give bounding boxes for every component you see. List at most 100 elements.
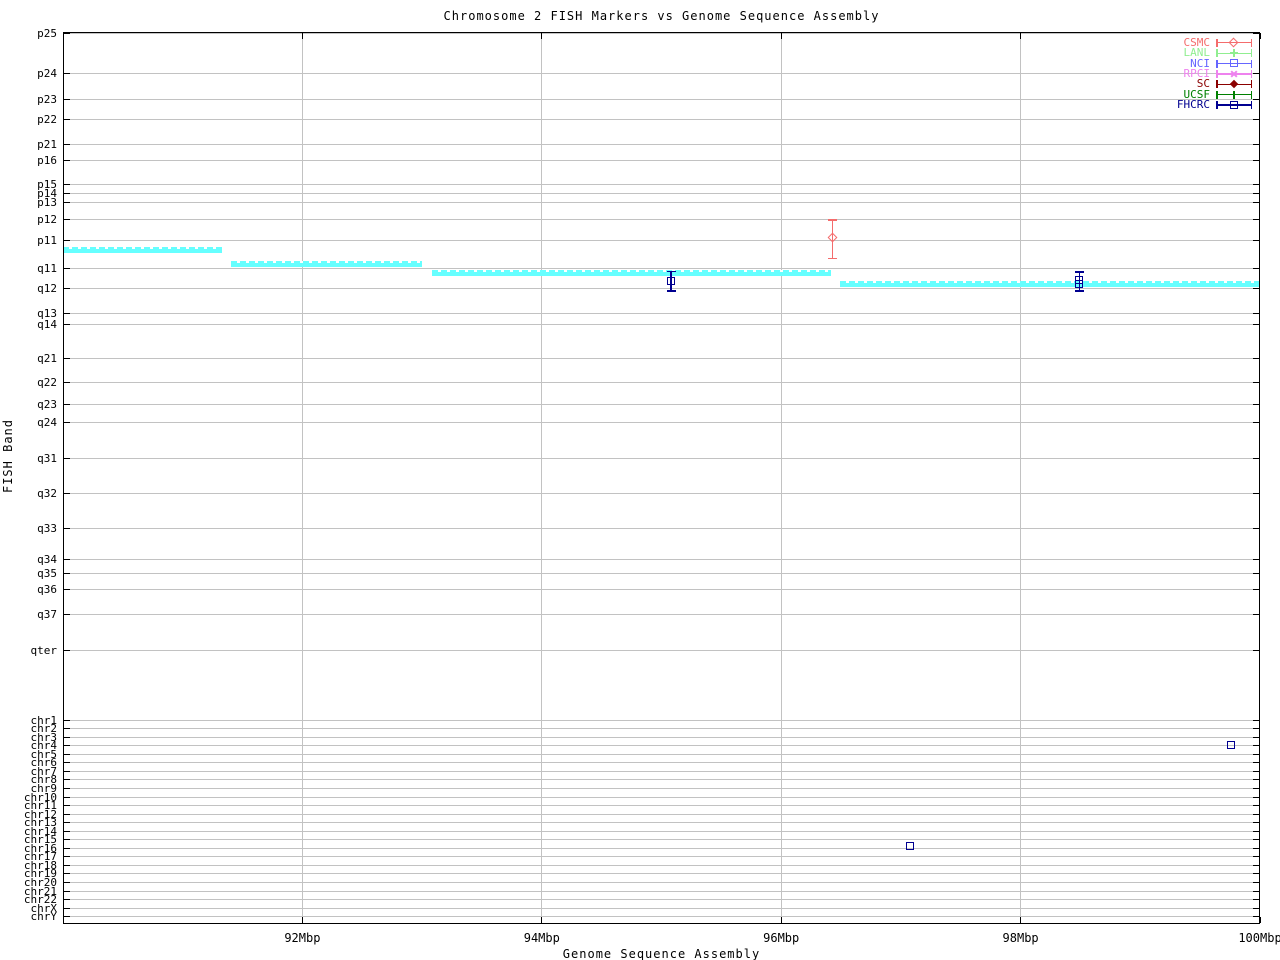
y-tick-left: [64, 98, 70, 100]
y-tick-label: q21: [37, 351, 57, 365]
y-tick-left: [64, 527, 70, 529]
x-tick-top: [541, 33, 543, 39]
y-gridline: [63, 218, 1260, 220]
y-tick-left: [64, 201, 70, 203]
y-tick-left: [64, 403, 70, 405]
y-tick-right: [1253, 312, 1259, 314]
y-gridline: [63, 745, 1260, 747]
y-tick-right: [1253, 201, 1259, 203]
y-tick-right: [1253, 770, 1259, 772]
y-tick-right: [1253, 613, 1259, 615]
y-tick-left: [64, 805, 70, 806]
y-tick-label: q22: [37, 375, 57, 389]
legend-sample: [1216, 59, 1252, 69]
y-gridline: [63, 728, 1260, 730]
y-tick-label: q14: [37, 317, 57, 331]
legend-row-sc: SC: [1100, 78, 1252, 89]
y-tick-right: [1253, 856, 1259, 858]
fhcrc-marker: [905, 842, 914, 850]
legend-row-ucsf: UCSF: [1100, 89, 1252, 100]
legend-sample-cap: [1250, 70, 1252, 78]
y-tick-right: [1253, 736, 1259, 738]
assembly-track-dash-notch: [839, 280, 1260, 283]
y-tick-right: [1253, 916, 1259, 918]
y-tick-right: [1253, 287, 1259, 289]
y-tick-left: [64, 32, 70, 34]
marker-plus: [1230, 90, 1238, 99]
y-tick-right: [1253, 527, 1259, 529]
legend-sample-cap: [1250, 101, 1252, 109]
y-tick-right: [1253, 267, 1259, 269]
x-tick-bottom: [541, 917, 543, 923]
fhcrc-marker: [1226, 741, 1235, 750]
assembly-track-segment: [431, 269, 832, 276]
y-tick-left: [64, 239, 70, 241]
plot-frame: [63, 32, 1260, 924]
y-tick-label: p11: [37, 233, 57, 247]
y-tick-right: [1253, 830, 1259, 832]
y-tick-left: [64, 287, 70, 289]
y-tick-left: [64, 588, 70, 590]
legend-sample-cap: [1216, 38, 1218, 47]
errorbar-cap-bottom: [828, 257, 838, 259]
legend-sample-cap: [1216, 90, 1218, 99]
y-tick-left: [64, 558, 70, 560]
legend-row-lanl: LANL: [1100, 47, 1252, 58]
y-gridline: [63, 143, 1260, 145]
fish-markers-chart: Chromosome 2 FISH Markers vs Genome Sequ…: [0, 0, 1280, 960]
legend-sample: [1216, 79, 1252, 89]
y-tick-right: [1253, 890, 1259, 892]
y-tick-label: q32: [37, 486, 57, 500]
y-gridline: [63, 239, 1260, 241]
y-gridline: [63, 323, 1260, 325]
y-tick-left: [64, 899, 70, 901]
y-tick-right: [1253, 457, 1259, 459]
legend-row-nci: NCI: [1100, 58, 1252, 69]
y-tick-left: [64, 796, 70, 798]
y-tick-left: [64, 728, 70, 730]
y-tick-left: [64, 873, 70, 875]
y-tick-left: [64, 856, 70, 858]
legend-sample: [1216, 48, 1252, 58]
y-gridline: [63, 457, 1260, 459]
y-gridline: [63, 719, 1260, 721]
y-tick-label: q37: [37, 607, 57, 621]
y-tick-right: [1253, 847, 1259, 849]
y-tick-right: [1253, 873, 1259, 875]
y-tick-label: p12: [37, 212, 57, 226]
y-tick-label: q33: [37, 521, 57, 535]
assembly-track-segment: [839, 280, 1260, 287]
y-gridline: [63, 492, 1260, 494]
x-axis-title: Genome Sequence Assembly: [562, 947, 761, 960]
y-tick-right: [1253, 118, 1259, 120]
x-tick-label: 92Mbp: [284, 931, 321, 945]
y-tick-label: p13: [37, 195, 57, 209]
y-tick-right: [1253, 403, 1259, 405]
y-tick-label: q12: [37, 281, 57, 295]
y-gridline: [63, 403, 1260, 405]
y-tick-label: q13: [37, 306, 57, 320]
y-tick-label: p22: [37, 112, 57, 126]
x-tick-top: [301, 33, 303, 39]
y-gridline: [63, 421, 1260, 423]
y-tick-left: [64, 218, 70, 220]
errorbar-cap-top: [666, 270, 676, 272]
fhcrc-marker: [666, 276, 675, 285]
y-gridline: [63, 312, 1260, 314]
y-tick-label: p24: [37, 66, 57, 80]
legend-sample-cap: [1250, 38, 1252, 47]
errorbar-cap-bottom: [666, 290, 676, 292]
y-gridline: [63, 72, 1260, 74]
y-tick-left: [64, 882, 70, 883]
y-tick-right: [1253, 32, 1259, 34]
y-tick-right: [1253, 143, 1259, 145]
y-tick-label: p21: [37, 137, 57, 151]
y-gridline: [63, 770, 1260, 772]
y-tick-right: [1253, 357, 1259, 359]
y-tick-label: chrY: [30, 910, 58, 924]
y-tick-left: [64, 457, 70, 459]
y-gridline: [63, 753, 1260, 755]
assembly-track-segment: [63, 246, 223, 253]
y-tick-right: [1253, 796, 1259, 798]
y-gridline: [63, 762, 1260, 764]
